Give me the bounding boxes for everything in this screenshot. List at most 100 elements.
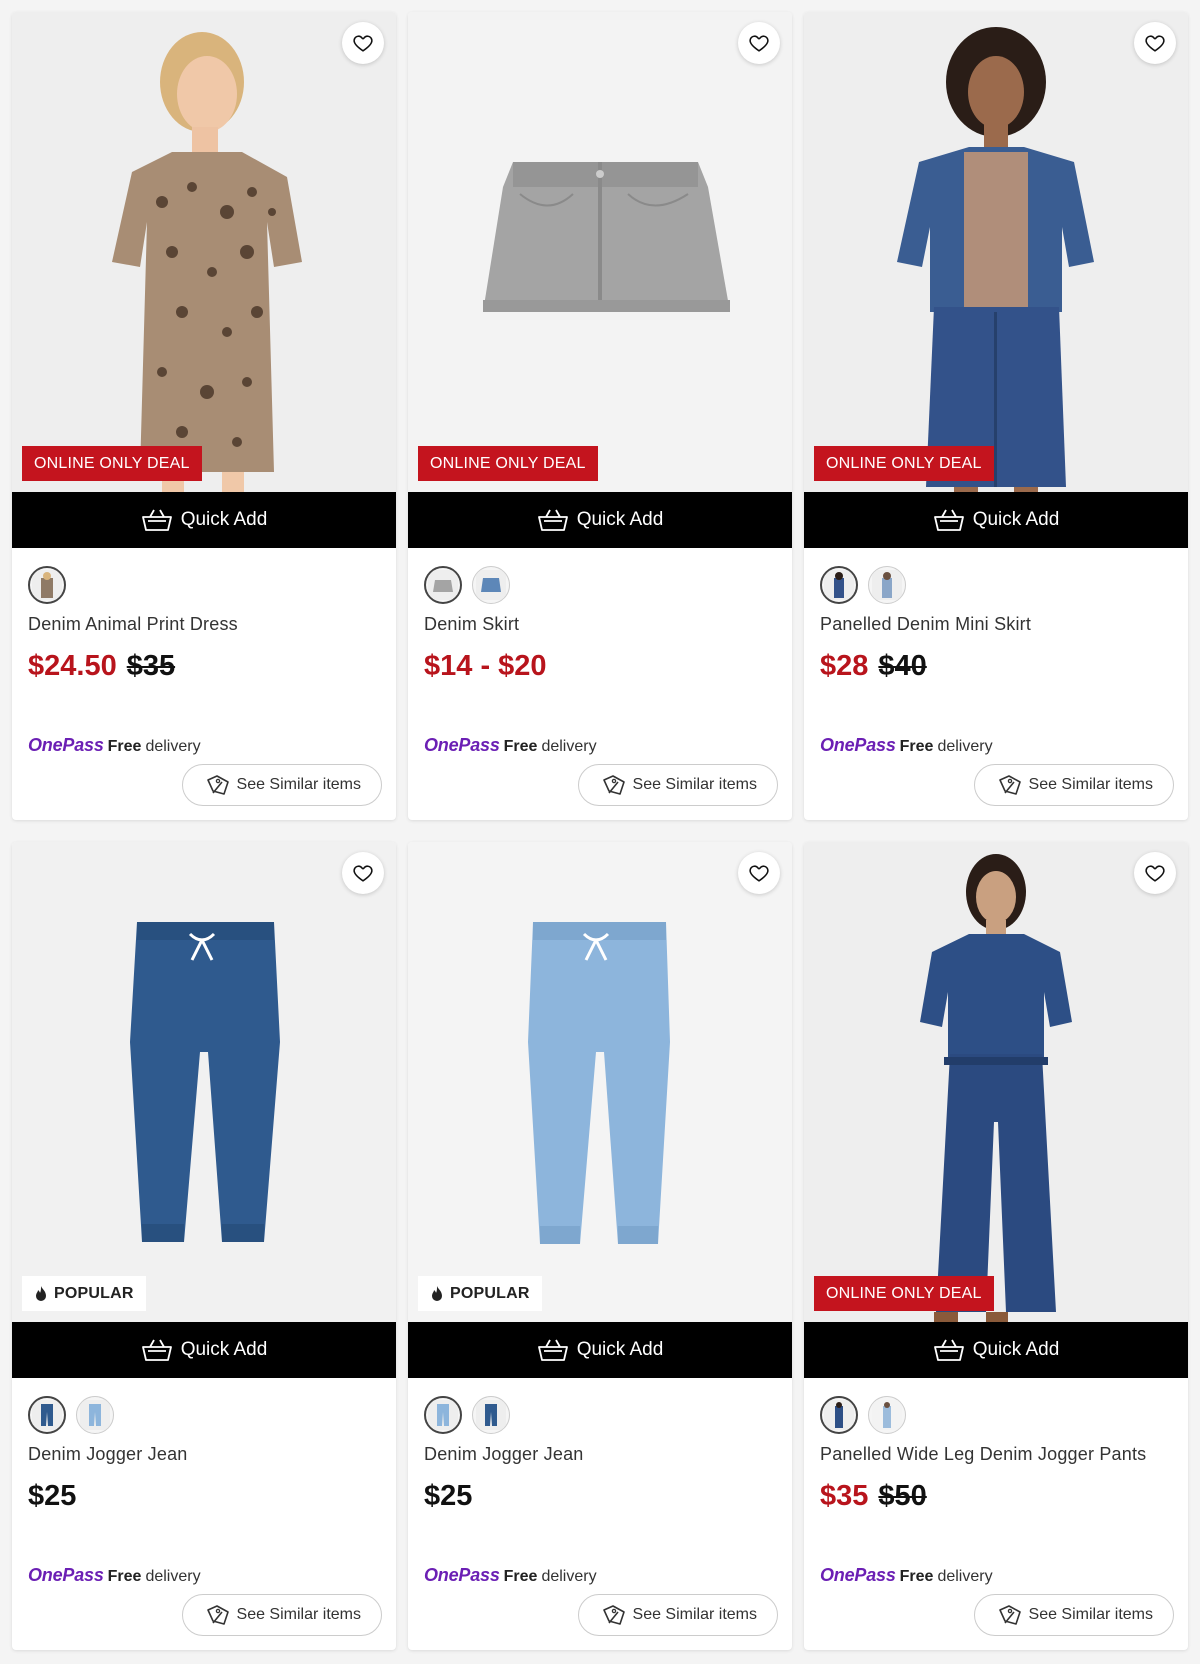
heart-icon <box>352 862 374 884</box>
delivery-label: delivery <box>937 738 993 755</box>
onepass-logo: OnePass <box>424 1565 500 1585</box>
quick-add-button[interactable]: Quick Add <box>408 492 792 548</box>
see-similar-button[interactable]: See Similar items <box>181 1594 382 1636</box>
free-label: Free <box>899 1568 934 1585</box>
quick-add-button[interactable]: Quick Add <box>804 492 1188 548</box>
colour-swatch[interactable] <box>472 566 510 604</box>
current-price: $24.50 <box>28 650 117 682</box>
colour-swatches <box>820 566 906 604</box>
see-similar-label: See Similar items <box>1028 1606 1153 1623</box>
product-card[interactable]: POPULAR Quick Add Denim Jogger Jean $25 … <box>408 842 792 1650</box>
heart-icon <box>748 862 770 884</box>
favourite-button[interactable] <box>738 852 780 894</box>
colour-swatch[interactable] <box>424 1396 462 1434</box>
delivery-label: delivery <box>145 1568 201 1585</box>
product-image[interactable] <box>12 12 396 492</box>
colour-swatch[interactable] <box>868 1396 906 1434</box>
basket-icon <box>537 508 569 532</box>
quick-add-button[interactable]: Quick Add <box>12 492 396 548</box>
tag-icon <box>205 774 231 796</box>
product-image[interactable] <box>12 842 396 1322</box>
favourite-button[interactable] <box>1134 852 1176 894</box>
popular-badge: POPULAR <box>418 1276 542 1311</box>
product-card[interactable]: POPULAR Quick Add Denim Jogger Jean $25 … <box>12 842 396 1650</box>
price: $25 <box>424 1480 472 1513</box>
favourite-button[interactable] <box>342 852 384 894</box>
product-card[interactable]: ONLINE ONLY DEAL Quick Add Denim Skirt $… <box>408 12 792 820</box>
current-price: $35 <box>820 1480 869 1512</box>
quick-add-button[interactable]: Quick Add <box>408 1322 792 1378</box>
was-price: $50 <box>878 1480 927 1512</box>
onepass-logo: OnePass <box>424 735 500 755</box>
basket-icon <box>933 1338 965 1362</box>
favourite-button[interactable] <box>1134 22 1176 64</box>
favourite-button[interactable] <box>738 22 780 64</box>
see-similar-button[interactable]: See Similar items <box>577 1594 778 1636</box>
delivery-info: OnePass Free delivery <box>820 1565 993 1586</box>
tag-icon <box>601 774 627 796</box>
free-label: Free <box>503 1568 538 1585</box>
delivery-info: OnePass Free delivery <box>820 735 993 756</box>
product-image[interactable] <box>804 12 1188 492</box>
colour-swatch[interactable] <box>868 566 906 604</box>
tag-icon <box>205 1604 231 1626</box>
quick-add-label: Quick Add <box>576 509 664 530</box>
colour-swatch[interactable] <box>820 1396 858 1434</box>
basket-icon <box>537 1338 569 1362</box>
current-price: $25 <box>424 1480 473 1512</box>
see-similar-button[interactable]: See Similar items <box>577 764 778 806</box>
quick-add-button[interactable]: Quick Add <box>804 1322 1188 1378</box>
colour-swatch[interactable] <box>424 566 462 604</box>
heart-icon <box>1144 862 1166 884</box>
see-similar-label: See Similar items <box>1028 776 1153 793</box>
deal-badge: ONLINE ONLY DEAL <box>418 446 598 481</box>
product-name[interactable]: Denim Jogger Jean <box>28 1444 188 1465</box>
product-name[interactable]: Panelled Wide Leg Denim Jogger Pants <box>820 1444 1146 1465</box>
colour-swatch[interactable] <box>28 1396 66 1434</box>
product-name[interactable]: Denim Jogger Jean <box>424 1444 584 1465</box>
product-image[interactable] <box>408 842 792 1322</box>
colour-swatch[interactable] <box>472 1396 510 1434</box>
colour-swatch[interactable] <box>28 566 66 604</box>
delivery-label: delivery <box>541 738 597 755</box>
current-price: $28 <box>820 650 869 682</box>
product-image[interactable] <box>804 842 1188 1322</box>
current-price: $25 <box>28 1480 77 1512</box>
product-name[interactable]: Denim Animal Print Dress <box>28 614 238 635</box>
see-similar-button[interactable]: See Similar items <box>973 764 1174 806</box>
was-price: $35 <box>126 650 176 682</box>
tag-icon <box>997 774 1023 796</box>
colour-swatch[interactable] <box>76 1396 114 1434</box>
product-card[interactable]: ONLINE ONLY DEAL Quick Add Panelled Deni… <box>804 12 1188 820</box>
product-card[interactable]: ONLINE ONLY DEAL Quick Add Panelled Wide… <box>804 842 1188 1650</box>
quick-add-label: Quick Add <box>180 1339 268 1360</box>
free-label: Free <box>107 1568 142 1585</box>
onepass-logo: OnePass <box>28 735 104 755</box>
quick-add-button[interactable]: Quick Add <box>12 1322 396 1378</box>
onepass-logo: OnePass <box>820 735 896 755</box>
product-name[interactable]: Panelled Denim Mini Skirt <box>820 614 1031 635</box>
onepass-logo: OnePass <box>820 1565 896 1585</box>
see-similar-button[interactable]: See Similar items <box>973 1594 1174 1636</box>
free-label: Free <box>503 738 538 755</box>
product-name[interactable]: Denim Skirt <box>424 614 519 635</box>
heart-icon <box>1144 32 1166 54</box>
basket-icon <box>933 508 965 532</box>
product-image[interactable] <box>408 12 792 492</box>
delivery-info: OnePass Free delivery <box>28 1565 201 1586</box>
delivery-info: OnePass Free delivery <box>28 735 201 756</box>
colour-swatches <box>424 1396 510 1434</box>
price: $24.50 $35 <box>28 650 175 683</box>
delivery-label: delivery <box>937 1568 993 1585</box>
product-card[interactable]: ONLINE ONLY DEAL Quick Add Denim Animal … <box>12 12 396 820</box>
favourite-button[interactable] <box>342 22 384 64</box>
popular-badge: POPULAR <box>22 1276 146 1311</box>
delivery-info: OnePass Free delivery <box>424 1565 597 1586</box>
colour-swatches <box>424 566 510 604</box>
colour-swatch[interactable] <box>820 566 858 604</box>
see-similar-button[interactable]: See Similar items <box>181 764 382 806</box>
quick-add-label: Quick Add <box>576 1339 664 1360</box>
basket-icon <box>141 1338 173 1362</box>
see-similar-label: See Similar items <box>236 1606 361 1623</box>
delivery-label: delivery <box>541 1568 597 1585</box>
